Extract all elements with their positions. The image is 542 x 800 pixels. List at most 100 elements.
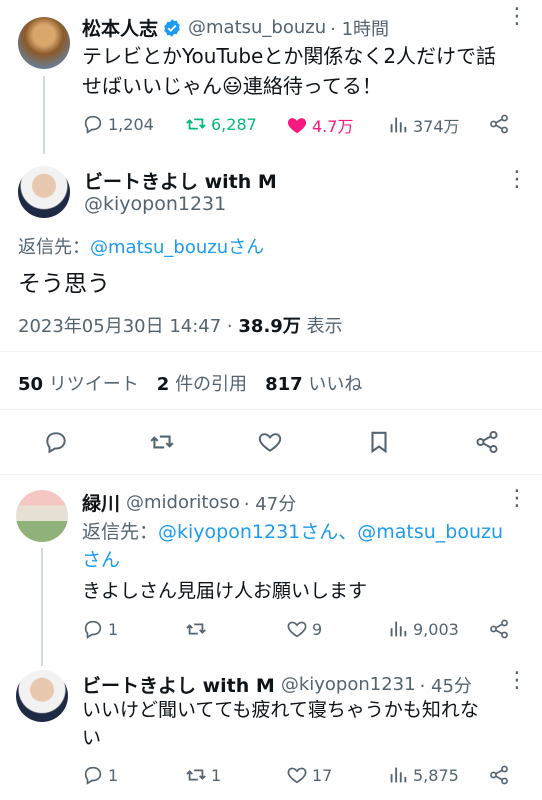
tweet-time[interactable]: · 1時間 <box>330 15 389 41</box>
reply-icon <box>84 115 102 134</box>
author-name[interactable]: 松本人志 <box>82 14 158 41</box>
reply-button[interactable]: 1 <box>82 618 118 640</box>
main-tweet-text: そう思う <box>18 271 110 297</box>
thread-line <box>41 548 43 666</box>
views-button[interactable]: 5,875 <box>387 764 459 786</box>
retweet-button[interactable]: 1 <box>185 764 221 786</box>
tweet-text-line: い <box>82 727 102 749</box>
quote-stat-label: 件の引用 <box>175 374 248 395</box>
more-options-icon[interactable]: ⋮ <box>506 488 528 510</box>
tweet-time[interactable]: · 45分 <box>420 672 472 698</box>
share-icon <box>476 430 498 454</box>
reply-count: 1 <box>108 765 119 785</box>
reply-to-tail[interactable]: さん <box>82 546 522 574</box>
avatar-kiyoshi[interactable] <box>18 166 70 218</box>
tweet-text-part: せばいいじゃん <box>82 74 222 98</box>
tweet-text-line: せばいいじゃん😃連絡待ってる！ <box>82 71 522 101</box>
like-button[interactable]: 17 <box>286 764 332 786</box>
like-stat-count: 817 <box>265 374 303 395</box>
author-handle[interactable]: @kiyopon1231 <box>84 193 226 215</box>
retweet-stat-count: 50 <box>18 374 44 395</box>
like-button[interactable]: 4.7万 <box>286 113 353 137</box>
author-name[interactable]: 緑川 <box>82 489 120 516</box>
reply-button[interactable]: 1,204 <box>82 113 154 135</box>
timestamp-line: 2023年05月30日 14:47 · 38.9万 表示 <box>18 312 343 338</box>
reply-icon <box>46 432 66 454</box>
retweet-button[interactable] <box>149 429 175 455</box>
like-count: 9 <box>312 619 323 639</box>
reply-count: 1,204 <box>108 114 154 134</box>
share-icon <box>490 619 508 639</box>
like-stat[interactable]: 817 いいね <box>265 370 362 396</box>
share-button[interactable] <box>474 429 500 455</box>
share-button[interactable] <box>488 764 510 786</box>
author-handle[interactable]: @midoritoso <box>126 492 240 513</box>
reply-button[interactable]: 1 <box>82 764 118 786</box>
smiley-emoji-icon: 😃 <box>222 74 243 98</box>
heart-icon <box>287 767 307 784</box>
like-button[interactable]: 9 <box>286 618 322 640</box>
reply-icon <box>84 766 102 785</box>
tweet-text-line: いいけど聞いてても疲れて寝ちゃうかも知れな <box>82 699 479 721</box>
views-count: 9,003 <box>413 619 459 639</box>
reply-to-user-link[interactable]: @matsu_bouzuさん <box>90 237 264 258</box>
quote-stat-count: 2 <box>156 374 170 395</box>
view-label: 表示 <box>300 316 343 337</box>
retweet-icon <box>150 435 174 449</box>
reply-to-user-link[interactable]: @kiyopon1231さん、@matsu_bouzu <box>158 521 503 543</box>
like-button[interactable] <box>257 429 283 455</box>
reply-icon <box>84 620 102 639</box>
share-icon <box>490 765 508 785</box>
tweet1-header: 松本人志 @matsu_bouzu · 1時間 <box>82 14 389 41</box>
more-options-icon[interactable]: ⋮ <box>506 6 528 28</box>
views-button[interactable]: 374万 <box>387 113 460 137</box>
quote-stat[interactable]: 2 件の引用 <box>157 370 247 396</box>
author-handle[interactable]: @matsu_bouzu <box>188 17 326 38</box>
share-icon <box>490 114 508 134</box>
like-count: 17 <box>312 765 333 785</box>
views-chart-icon <box>390 117 407 133</box>
heart-filled-icon <box>287 118 307 134</box>
retweet-button[interactable] <box>185 618 211 640</box>
retweet-count: 6,287 <box>211 114 257 134</box>
tweet-text-line: テレビとかYouTubeとか関係なく2人だけで話 <box>82 44 497 68</box>
author-handle[interactable]: @kiyopon1231 <box>281 674 416 695</box>
more-options-icon[interactable]: ⋮ <box>506 169 528 191</box>
retweet-button[interactable]: 6,287 <box>185 113 257 135</box>
retweet-stat-label: リツイート <box>48 374 139 395</box>
retweet-count: 1 <box>211 765 222 785</box>
bookmark-button[interactable] <box>366 429 392 455</box>
view-count: 38.9万 <box>238 316 301 337</box>
views-count: 5,875 <box>413 765 459 785</box>
thread-line <box>43 76 45 154</box>
share-button[interactable] <box>488 618 510 640</box>
avatar-matsumoto[interactable] <box>18 17 70 69</box>
reply-to-line: 返信先：@kiyopon1231さん、@matsu_bouzu さん <box>82 518 522 574</box>
avatar-kiyoshi[interactable] <box>16 670 68 722</box>
timestamp[interactable]: 2023年05月30日 14:47 · <box>18 316 238 337</box>
tweet-time[interactable]: · 47分 <box>244 490 296 516</box>
avatar-midorikawa[interactable] <box>16 490 68 542</box>
reply-count: 1 <box>108 619 119 639</box>
reply1-text: きよしさん見届け人お願いします <box>82 580 368 602</box>
reply1-header: 緑川 @midoritoso · 47分 <box>82 489 296 516</box>
views-chart-icon <box>390 621 407 637</box>
retweet-stat[interactable]: 50 リツイート <box>18 370 139 396</box>
reply2-header: ビートきよし with M @kiyopon1231 · 45分 <box>82 671 472 698</box>
views-count: 374万 <box>413 117 460 136</box>
divider <box>0 351 542 352</box>
retweet-icon <box>186 769 206 781</box>
more-options-icon[interactable]: ⋮ <box>506 670 528 692</box>
divider <box>0 409 542 410</box>
reply-button[interactable] <box>43 429 69 455</box>
reply-to-label: 返信先： <box>82 521 159 543</box>
heart-icon <box>287 621 307 638</box>
reply-to-line: 返信先：@matsu_bouzuさん <box>18 233 264 259</box>
share-button[interactable] <box>488 113 510 135</box>
views-button[interactable]: 9,003 <box>387 618 459 640</box>
author-name[interactable]: ビートきよし with M <box>84 167 277 194</box>
engagement-stats: 50 リツイート 2 件の引用 817 いいね <box>18 370 362 396</box>
divider <box>0 474 542 475</box>
like-count: 4.7万 <box>312 117 354 136</box>
author-name[interactable]: ビートきよし with M <box>82 671 275 698</box>
